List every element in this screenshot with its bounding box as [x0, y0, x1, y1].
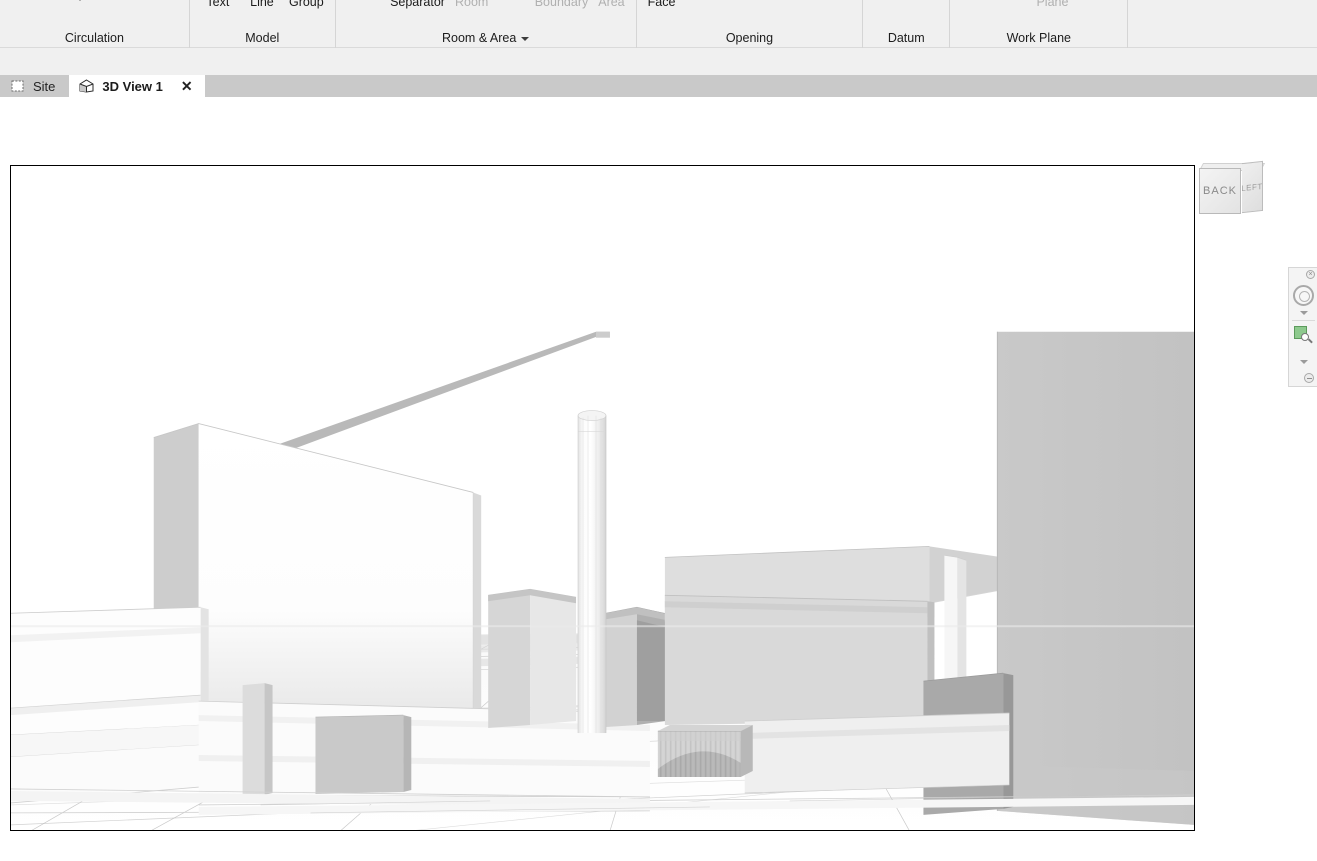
ribbon-panel-title-model: Model — [190, 29, 335, 48]
ribbon-button-label: Tag Room — [455, 0, 488, 10]
ribbon-button-ref-plane: Ref Plane — [1031, 0, 1073, 10]
divider — [1292, 320, 1315, 321]
ribbon-panel-title-work-plane: Work Plane — [950, 29, 1127, 48]
ribbon-panel-model: Model Text Model Line Model Group Model — [190, 0, 336, 48]
chevron-down-icon[interactable] — [77, 0, 83, 1]
ribbon-button-by-face[interactable]: By Face — [643, 0, 681, 10]
ribbon-panel-title-opening: Opening — [637, 29, 863, 48]
ribbon-button-label: Model Text — [201, 0, 235, 10]
ribbon-panel-title-room-area: Room & Area — [336, 29, 636, 48]
ribbon-button-label: Room Separator — [390, 0, 445, 10]
ribbon-panel-circulation: MullionRailingRampStair Circulation — [0, 0, 190, 48]
view-tab-label: 3D View 1 — [102, 79, 162, 94]
view-tab-label: Site — [33, 79, 55, 94]
view-cube[interactable]: BACK LEFT — [1198, 160, 1268, 218]
ribbon-button-label: Ref Plane — [1036, 0, 1068, 10]
view-tab-bar: Site 3D View 1 ✕ — [0, 75, 1317, 97]
ribbon-panel-buttons: Model Text Model Line Model Group — [190, 0, 335, 29]
ribbon-button-label: Area Boundary — [535, 0, 589, 10]
zoom-icon[interactable] — [1294, 326, 1313, 345]
ribbon-panel-title-datum: Datum — [863, 29, 949, 48]
ribbon-panel-datum: LevelGrid Datum — [863, 0, 950, 48]
drawing-viewport[interactable] — [10, 165, 1195, 831]
ribbon-panel-opening: By FaceShaftWallVerticalDormer Opening — [637, 0, 864, 48]
view-tab-3d-view-1[interactable]: 3D View 1 ✕ — [69, 75, 204, 97]
ribbon-button-railing[interactable]: Railing — [56, 0, 104, 1]
ribbon-panel-title-label: Work Plane — [1007, 31, 1071, 45]
3d-model-scene[interactable] — [11, 166, 1194, 831]
ribbon-panel-title-circulation: Circulation — [0, 29, 189, 48]
ribbon-button-model-line[interactable]: Model Line — [240, 0, 284, 10]
ribbon-button-label: Model Line — [245, 0, 279, 10]
ribbon-button-label: Tag Area — [598, 0, 624, 10]
ribbon-panel-title-label: Room & Area — [442, 31, 516, 45]
ribbon: MullionRailingRampStair Circulation Model … — [0, 0, 1317, 48]
ribbon-panel-title-label: Datum — [888, 31, 925, 45]
ribbon-panel-title-label: Model — [245, 31, 279, 45]
steering-wheel-icon[interactable] — [1293, 285, 1314, 306]
3d-view-icon — [79, 79, 94, 93]
plan-view-icon — [10, 79, 25, 93]
view-cube-back-face[interactable]: BACK — [1199, 168, 1241, 214]
ribbon-panel-buttons: MullionRailingRampStair — [0, 0, 189, 29]
ribbon-panel-buttons: RoomRoom SeparatorTag RoomAreaArea Bound… — [336, 0, 636, 29]
ribbon-panel-room-area: RoomRoom SeparatorTag RoomAreaArea Bound… — [336, 0, 637, 48]
ribbon-button-tag-room: Tag Room — [450, 0, 493, 10]
magnifier-icon — [1301, 333, 1309, 341]
chevron-down-icon[interactable] — [1300, 311, 1308, 315]
ribbon-panel-buttons: LevelGrid — [863, 0, 949, 29]
ribbon-button-area-boundary: Area Boundary — [530, 0, 594, 10]
ribbon-button-model-text[interactable]: Model Text — [196, 0, 240, 10]
ribbon-panel-title-label: Opening — [726, 31, 773, 45]
view-cube-left-face[interactable]: LEFT — [1242, 161, 1263, 213]
ribbon-panel-work-plane: SetShowRef PlaneViewer Work Plane — [950, 0, 1128, 48]
ribbon-panel-row: MullionRailingRampStair Circulation Model … — [0, 0, 1128, 48]
ribbon-panel-buttons: SetShowRef PlaneViewer — [950, 0, 1127, 29]
close-icon[interactable]: ✕ — [171, 79, 199, 93]
ribbon-panel-buttons: By FaceShaftWallVerticalDormer — [637, 0, 863, 29]
ribbon-button-model-group[interactable]: Model Group — [284, 0, 329, 10]
ribbon-button-tag-area: Tag Area — [593, 0, 629, 10]
panel-expand-chevron-icon[interactable] — [521, 37, 529, 41]
chevron-down-icon[interactable] — [1300, 360, 1308, 364]
view-tab-site[interactable]: Site — [0, 75, 69, 97]
ribbon-spacer-band — [0, 48, 1317, 75]
ribbon-button-label: By Face — [648, 0, 676, 10]
ribbon-panel-title-label: Circulation — [65, 31, 124, 45]
ribbon-button-label: Model Group — [289, 0, 324, 10]
navigation-bar[interactable]: × — [1288, 267, 1317, 387]
close-icon[interactable]: × — [1306, 270, 1315, 279]
minimize-icon[interactable] — [1304, 373, 1314, 383]
ribbon-button-room-separator[interactable]: Room Separator — [385, 0, 450, 10]
